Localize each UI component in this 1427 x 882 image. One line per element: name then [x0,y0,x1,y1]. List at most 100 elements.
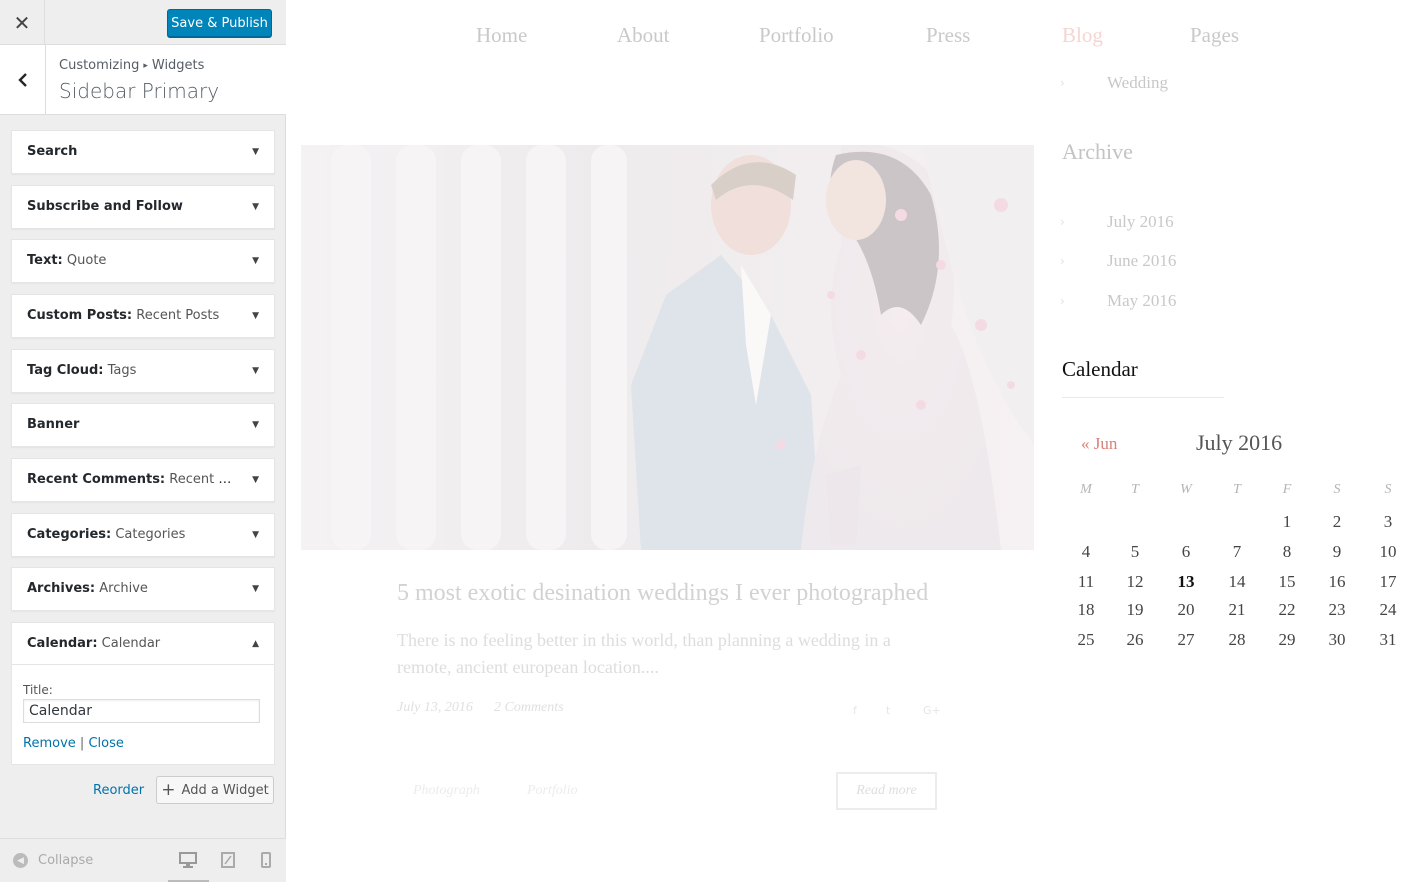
title-field[interactable] [23,699,260,723]
calendar-weekday-header: W [1180,482,1192,497]
nav-item-press[interactable]: Press [926,23,970,48]
widget-title: Search [27,144,78,159]
calendar-day: 20 [1177,600,1195,619]
calendar-day-today: 13 [1177,572,1195,591]
widget-row[interactable]: Archives: Archive ▼ [11,567,275,611]
breadcrumb-separator-icon: ▸ [143,61,148,71]
calendar-widget-title: Calendar [1062,357,1138,381]
widget-title: Custom Posts: Recent Posts [27,308,220,323]
calendar-day: 29 [1278,630,1296,649]
calendar-day: 6 [1181,542,1191,561]
widget-row[interactable]: Categories: Categories ▼ [11,513,275,557]
collapse-arrow-icon: ◀ [13,853,28,868]
collapse-label: Collapse [38,853,94,868]
widget-row[interactable]: Text: Quote ▼ [11,239,275,283]
post-comments-link[interactable]: 2 Comments [494,700,564,716]
post-excerpt: There is no feeling better in this world… [397,630,891,677]
close-customizer-button[interactable]: ✕ [0,0,45,45]
desktop-icon[interactable] [179,852,197,873]
nav-item-portfolio[interactable]: Portfolio [759,23,834,48]
calendar-day: 11 [1077,572,1095,591]
reorder-link[interactable]: Reorder [93,783,144,798]
calendar-weekday-header: F [1282,482,1292,497]
calendar-day: 7 [1232,542,1242,561]
mobile-icon[interactable] [261,852,271,873]
calendar-day: 2 [1332,512,1342,531]
post-title-link[interactable]: 5 most exotic desination weddings I ever… [397,580,928,607]
calendar-day: 27 [1177,630,1195,649]
calendar-weekday-header: S [1384,482,1392,497]
widget-row[interactable]: Subscribe and Follow ▼ [11,185,275,229]
section-title: Sidebar Primary [59,79,220,103]
calendar-day: 17 [1379,572,1397,591]
calendar-day: 23 [1328,600,1346,619]
widget-title: Banner [27,417,80,432]
chevron-right-icon: › [1060,254,1065,268]
calendar-weekday-header: M [1080,482,1092,497]
widget-row[interactable]: Custom Posts: Recent Posts ▼ [11,294,275,338]
remove-link[interactable]: Remove [23,736,76,751]
calendar-day: 26 [1126,630,1144,649]
arrow-down-icon: ▼ [252,147,259,157]
calendar-prev-month-link[interactable]: « Jun [1081,434,1117,454]
post-featured-image[interactable] [301,145,1034,550]
customizer-panel: ✕ Save & Publish Customizing ▸ Widgets Sid… [0,0,286,882]
nav-item-home[interactable]: Home [476,23,527,48]
post-tag[interactable]: Portfolio [527,783,578,799]
facebook-icon[interactable]: f [853,704,857,717]
widget-row[interactable]: Search ▼ [11,130,275,174]
add-widget-label: Add a Widget [181,782,269,798]
customizer-header: ✕ Save & Publish [0,0,286,45]
breadcrumb-item: Widgets [151,58,205,73]
widget-title: Tag Cloud: Tags [27,363,137,378]
collapse-button[interactable]: ◀ Collapse [13,853,93,868]
arrow-up-icon: ▲ [252,639,259,649]
action-separator: | [79,736,85,751]
archive-item-link[interactable]: May 2016 [1107,291,1176,311]
nav-item-blog[interactable]: Blog [1062,23,1103,48]
widget-title: Recent Comments: Recent Com... [27,472,232,487]
calendar-day: 21 [1228,600,1246,619]
tablet-icon[interactable] [221,852,235,873]
site-preview: Home About Portfolio Press Blog Pages › Weddi… [287,0,1427,882]
save-publish-button[interactable]: Save & Publish [167,9,272,37]
read-more-button[interactable]: Read more [836,772,937,810]
arrow-down-icon: ▼ [252,256,259,266]
add-widget-button[interactable]: + Add a Widget [156,776,274,804]
post-tag[interactable]: Photograph [413,783,480,799]
archive-item-link[interactable]: June 2016 [1107,251,1176,271]
breadcrumb-item: Customizing [59,58,140,73]
widget-header[interactable]: Calendar: Calendar ▲ [12,623,274,665]
category-link-wedding[interactable]: Wedding [1107,73,1168,93]
title-field-label: Title: [23,683,53,697]
calendar-day: 1 [1282,512,1292,531]
arrow-down-icon: ▼ [252,420,259,430]
close-link[interactable]: Close [88,736,123,751]
calendar-day: 25 [1077,630,1095,649]
nav-item-about[interactable]: About [617,23,670,48]
calendar-day: 12 [1126,572,1144,591]
widget-title: Subscribe and Follow [27,199,183,214]
calendar-day: 28 [1228,630,1246,649]
widget-row[interactable]: Tag Cloud: Tags ▼ [11,349,275,393]
google-plus-icon[interactable]: G+ [923,704,941,717]
widget-row[interactable]: Banner ▼ [11,403,275,447]
post-date[interactable]: July 13, 2016 [397,700,473,716]
back-button[interactable] [0,45,46,115]
wedding-photo [301,145,1034,550]
archive-item-link[interactable]: July 2016 [1107,212,1174,232]
calendar-day: 14 [1228,572,1246,591]
section-title-area: Customizing ▸ Widgets Sidebar Primary [0,45,286,115]
calendar-title-divider [1062,397,1224,398]
calendar-day: 22 [1278,600,1296,619]
twitter-icon[interactable]: t [886,704,890,717]
widget-row[interactable]: Recent Comments: Recent Com... ▼ [11,458,275,502]
archive-widget-title: Archive [1062,139,1133,164]
close-icon: ✕ [13,10,31,35]
nav-item-pages[interactable]: Pages [1190,23,1239,48]
chevron-right-icon: › [1060,215,1065,229]
calendar-day: 8 [1282,542,1292,561]
calendar-day: 30 [1328,630,1346,649]
calendar-weekday-header: T [1233,482,1241,497]
arrow-down-icon: ▼ [252,530,259,540]
